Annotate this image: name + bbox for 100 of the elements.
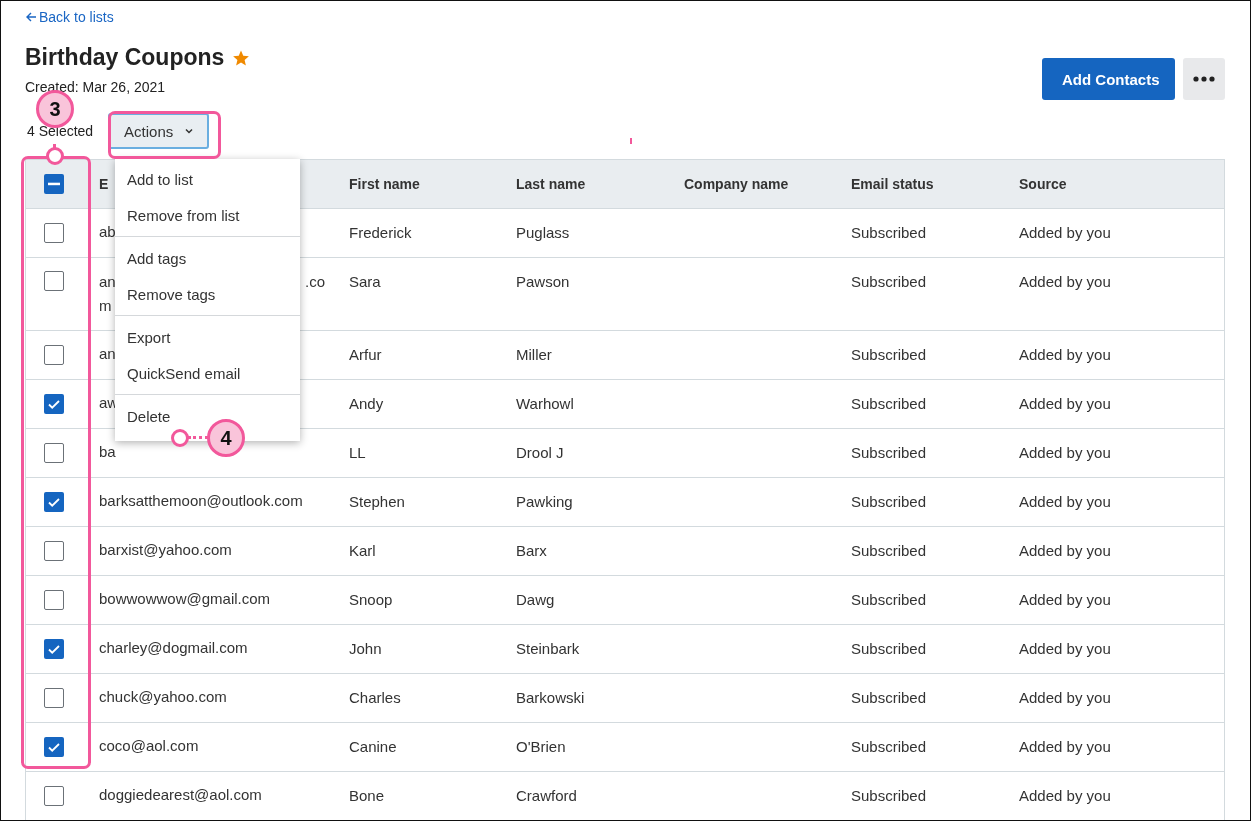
- row-checkbox[interactable]: [44, 345, 64, 365]
- table-cell: Dawg: [516, 591, 555, 608]
- check-icon: [47, 397, 61, 411]
- more-button[interactable]: [1183, 58, 1225, 100]
- menu-item[interactable]: Add to list: [115, 161, 300, 197]
- column-header: First name: [349, 176, 420, 192]
- table-cell: Stephen: [349, 493, 405, 510]
- email-text: charley@dogmail.com: [99, 639, 248, 656]
- table-cell: Subscribed: [851, 224, 927, 241]
- actions-button[interactable]: Actions: [108, 113, 210, 149]
- table-cell: John: [349, 640, 382, 657]
- table-cell: Subscribed: [851, 395, 927, 412]
- email-text: m: [99, 297, 112, 314]
- table-cell: Warhowl: [516, 395, 574, 412]
- row-checkbox[interactable]: [44, 223, 64, 243]
- row-checkbox[interactable]: [44, 590, 64, 610]
- back-link[interactable]: Back to lists: [25, 9, 114, 25]
- check-icon: [47, 740, 61, 754]
- chevron-down-icon: [185, 128, 194, 134]
- row-checkbox[interactable]: [44, 639, 64, 659]
- row-checkbox[interactable]: [44, 492, 64, 512]
- table-cell: Added by you: [1019, 395, 1111, 412]
- table-cell-text: Pawson: [516, 272, 570, 290]
- row-checkbox[interactable]: [44, 541, 64, 561]
- table-cell: Subscribed: [851, 493, 927, 510]
- email-text: doggiedearest@aol.com: [99, 786, 262, 803]
- table-cell: Charles: [349, 689, 401, 706]
- email-text: ba: [99, 443, 116, 460]
- table-cell: Added by you: [1019, 689, 1111, 706]
- table-cell: Added by you: [1019, 640, 1111, 657]
- row-checkbox[interactable]: [44, 737, 64, 757]
- table-cell: Snoop: [349, 591, 393, 608]
- table-cell: LL: [349, 444, 366, 461]
- table-cell: Added by you: [1019, 346, 1111, 363]
- menu-item[interactable]: QuickSend email: [115, 355, 300, 391]
- email-text: coco@aol.com: [99, 737, 199, 754]
- list-title: Birthday Coupons: [25, 44, 225, 71]
- table-cell: Drool J: [516, 444, 564, 461]
- table-cell: Crawford: [516, 787, 577, 804]
- add-contacts-button[interactable]: Add Contacts: [1042, 58, 1175, 100]
- table-cell: Subscribed: [851, 542, 927, 559]
- table-cell: Added by you: [1019, 787, 1111, 804]
- table-cell: Karl: [349, 542, 376, 559]
- table-cell: Subscribed: [851, 787, 927, 804]
- email-text: an: [99, 345, 116, 362]
- email-text: chuck@yahoo.com: [99, 688, 227, 705]
- table-cell: Subscribed: [851, 689, 927, 706]
- table-cell: Puglass: [516, 224, 570, 241]
- table-cell: Added by you: [1019, 591, 1111, 608]
- table-cell: Added by you: [1019, 493, 1111, 510]
- table-cell: Miller: [516, 346, 552, 363]
- menu-item[interactable]: Remove tags: [115, 276, 300, 312]
- table-cell-text: Sara: [349, 272, 381, 290]
- email-text: barksatthemoon@outlook.com: [99, 492, 303, 509]
- column-header: Last name: [516, 176, 586, 192]
- row-checkbox[interactable]: [44, 271, 64, 291]
- email-text: bowwowwow@gmail.com: [99, 590, 271, 607]
- table-cell: Added by you: [1019, 224, 1111, 241]
- arrow-left-icon: [25, 11, 37, 23]
- table-cell: Steinbark: [516, 640, 580, 657]
- email-text: an: [99, 273, 116, 290]
- table-cell: Frederick: [349, 224, 412, 241]
- table-cell-text: Subscribed: [851, 272, 927, 290]
- table-cell: Pawking: [516, 493, 573, 510]
- minus-icon: [48, 182, 60, 186]
- menu-item[interactable]: Export: [115, 319, 300, 355]
- table-cell-text: Added by you: [1019, 272, 1111, 290]
- column-header: Email status: [851, 176, 934, 192]
- select-all-checkbox[interactable]: [44, 174, 64, 194]
- table-cell: Subscribed: [851, 346, 927, 363]
- table-cell: Barx: [516, 542, 547, 559]
- callout-dot: [46, 147, 64, 165]
- row-checkbox[interactable]: [44, 443, 64, 463]
- table-cell: Subscribed: [851, 738, 927, 755]
- row-checkbox[interactable]: [44, 688, 64, 708]
- table-cell: Subscribed: [851, 444, 927, 461]
- email-text: barxist@yahoo.com: [99, 541, 232, 558]
- email-text: ab: [99, 223, 116, 240]
- check-icon: [47, 495, 61, 509]
- column-header: E: [99, 176, 109, 192]
- table-cell: Added by you: [1019, 542, 1111, 559]
- table-cell: Canine: [349, 738, 397, 755]
- table-cell: Andy: [349, 395, 384, 412]
- column-header: Source: [1019, 176, 1067, 192]
- row-checkbox[interactable]: [44, 786, 64, 806]
- row-checkbox[interactable]: [44, 394, 64, 414]
- table-cell: Barkowski: [516, 689, 585, 706]
- check-icon: [47, 642, 61, 656]
- menu-item[interactable]: Remove from list: [115, 197, 300, 233]
- table-cell: Arfur: [349, 346, 382, 363]
- more-icon: [1193, 76, 1215, 82]
- menu-item[interactable]: Add tags: [115, 240, 300, 276]
- table-cell: Bone: [349, 787, 385, 804]
- table-cell: Added by you: [1019, 444, 1111, 461]
- table-cell: Added by you: [1019, 738, 1111, 755]
- table-cell: O'Brien: [516, 738, 566, 755]
- email-text: .co: [305, 273, 325, 290]
- table-cell: Subscribed: [851, 640, 927, 657]
- column-header: Company name: [684, 176, 789, 192]
- table-cell: Subscribed: [851, 591, 927, 608]
